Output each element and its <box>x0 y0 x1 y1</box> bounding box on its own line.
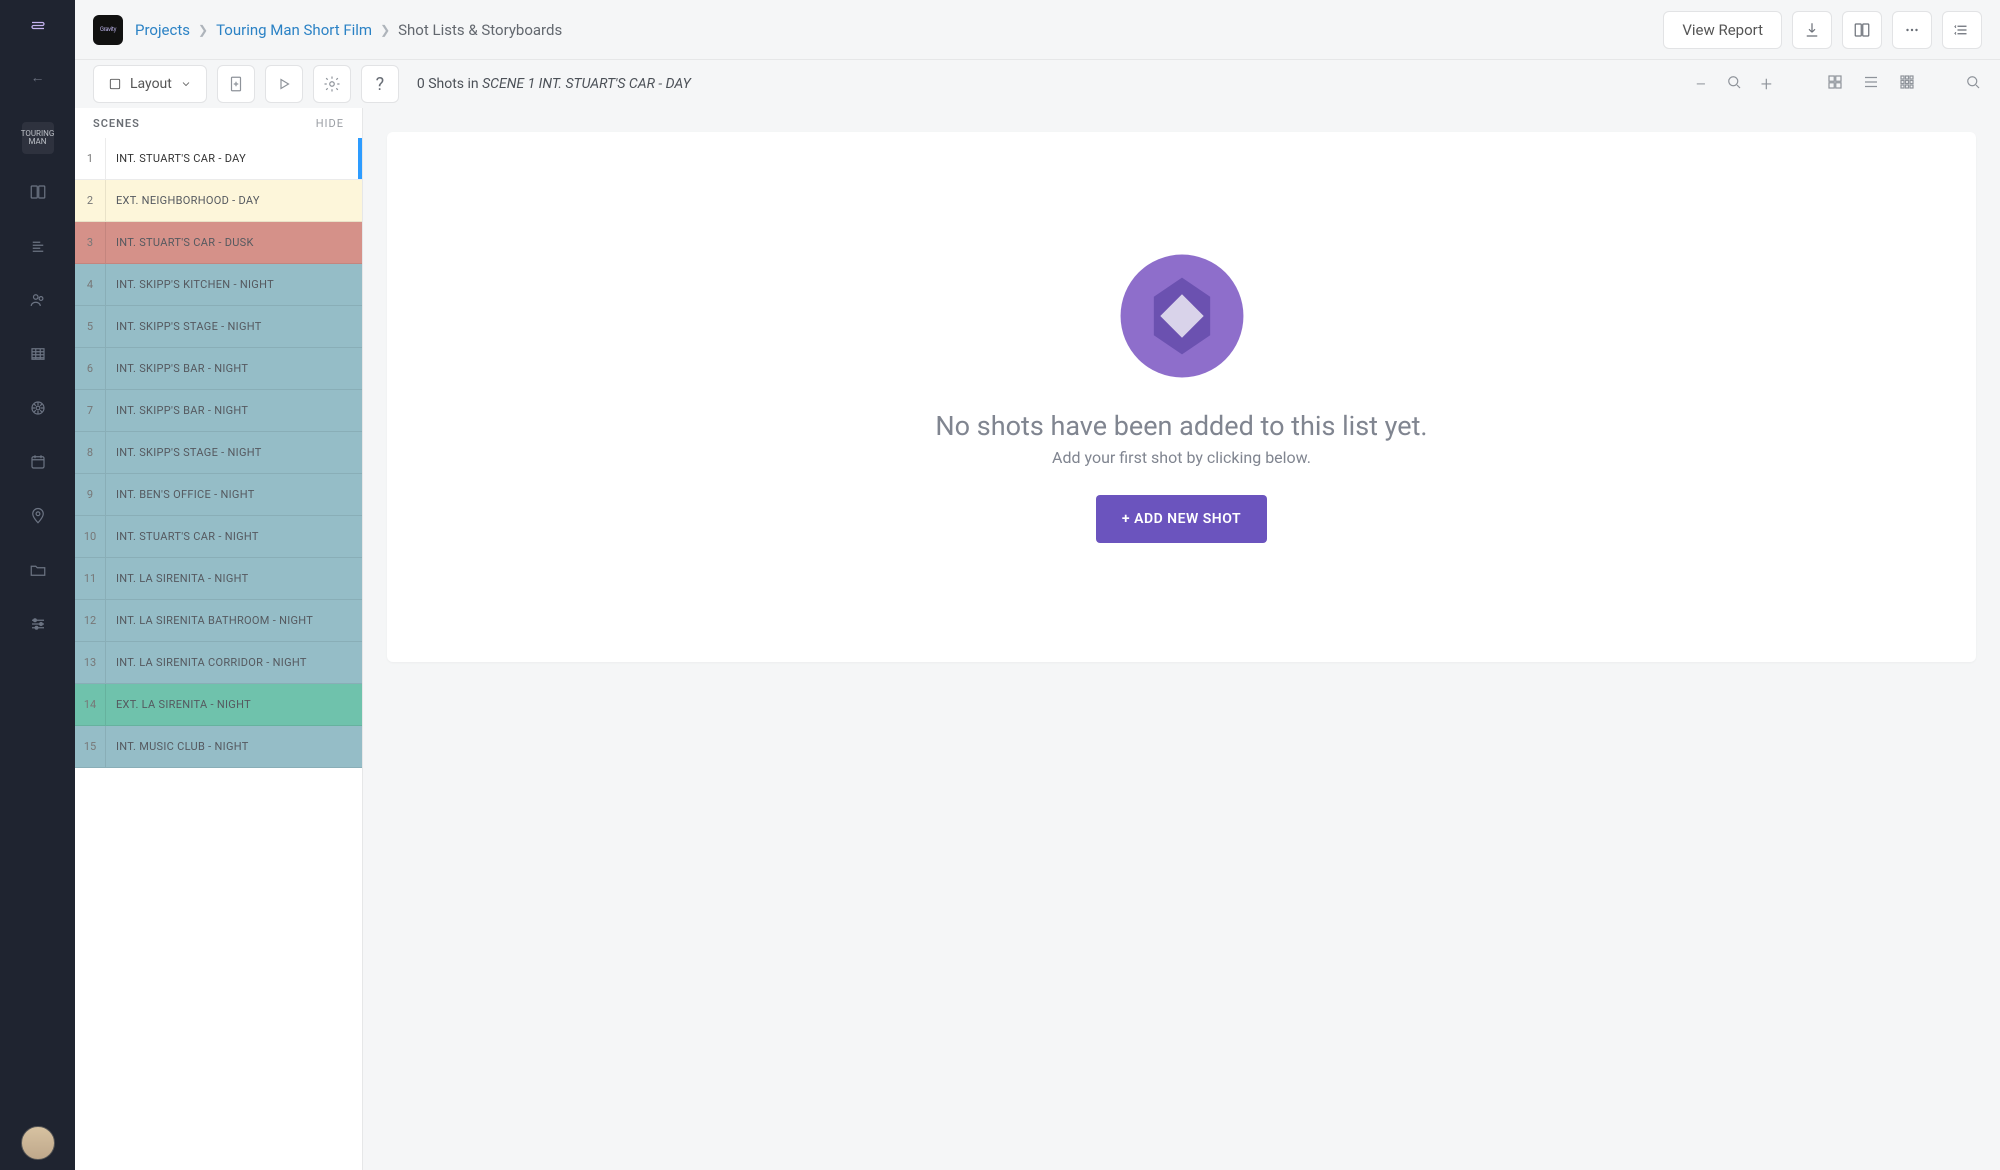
scene-row[interactable]: 13 INT. LA SIRENITA CORRIDOR - NIGHT <box>75 642 362 684</box>
project-chip[interactable]: Gravity <box>93 15 123 45</box>
empty-state-icon <box>1118 252 1246 380</box>
scene-row[interactable]: 11 INT. LA SIRENITA - NIGHT <box>75 558 362 600</box>
rail-breakdown[interactable] <box>22 338 54 370</box>
settings-button[interactable] <box>313 65 351 103</box>
scene-row[interactable]: 9 INT. BEN'S OFFICE - NIGHT <box>75 474 362 516</box>
breadcrumb-projects[interactable]: Projects <box>135 21 190 39</box>
layout-label: Layout <box>130 76 172 92</box>
scene-row[interactable]: 6 INT. SKIPP'S BAR - NIGHT <box>75 348 362 390</box>
scene-name: INT. LA SIRENITA - NIGHT <box>116 572 362 585</box>
rail-project-thumb[interactable]: TOURINGMAN <box>22 122 54 154</box>
empty-shotlist-card: No shots have been added to this list ye… <box>387 132 1976 662</box>
chevron-right-icon: ❯ <box>380 23 390 37</box>
scene-number: 4 <box>75 264 105 305</box>
scene-name: INT. BEN'S OFFICE - NIGHT <box>116 488 362 501</box>
scene-row[interactable]: 4 INT. SKIPP'S KITCHEN - NIGHT <box>75 264 362 306</box>
empty-subtitle: Add your first shot by clicking below. <box>1052 448 1311 467</box>
zoom-search-icon[interactable] <box>1725 73 1743 95</box>
scene-row[interactable]: 3 INT. STUART'S CAR - DUSK <box>75 222 362 264</box>
canvas-search-button[interactable] <box>1964 73 1982 95</box>
chevron-down-icon <box>180 78 192 90</box>
scene-row[interactable]: 12 INT. LA SIRENITA BATHROOM - NIGHT <box>75 600 362 642</box>
canvas-area: No shots have been added to this list ye… <box>363 108 2000 1170</box>
scene-name: INT. STUART'S CAR - DAY <box>116 152 362 165</box>
scene-number: 7 <box>75 390 105 431</box>
view-grid-large-button[interactable] <box>1826 73 1844 95</box>
scene-number: 13 <box>75 642 105 683</box>
scene-name: INT. SKIPP'S STAGE - NIGHT <box>116 446 362 459</box>
scene-number: 3 <box>75 222 105 263</box>
scene-name: INT. STUART'S CAR - DUSK <box>116 236 362 249</box>
add-new-shot-button[interactable]: + ADD NEW SHOT <box>1096 495 1267 543</box>
scene-number: 11 <box>75 558 105 599</box>
rail-settings-sliders[interactable] <box>22 608 54 640</box>
scene-row[interactable]: 2 EXT. NEIGHBORHOOD - DAY <box>75 180 362 222</box>
add-page-button[interactable] <box>217 65 255 103</box>
scene-number: 1 <box>75 138 105 179</box>
scene-number: 2 <box>75 180 105 221</box>
breadcrumb-current: Shot Lists & Storyboards <box>398 21 562 39</box>
view-list-button[interactable] <box>1862 73 1880 95</box>
scene-number: 8 <box>75 432 105 473</box>
scene-row[interactable]: 7 INT. SKIPP'S BAR - NIGHT <box>75 390 362 432</box>
scene-name: EXT. NEIGHBORHOOD - DAY <box>116 194 362 207</box>
app-logo[interactable] <box>21 10 55 44</box>
scene-number: 5 <box>75 306 105 347</box>
reorder-list-button[interactable] <box>1942 11 1982 49</box>
hide-scenes-button[interactable]: HIDE <box>316 117 344 130</box>
rail-cast[interactable] <box>22 284 54 316</box>
layout-dropdown[interactable]: Layout <box>93 65 207 103</box>
zoom-out-button[interactable]: − <box>1695 72 1706 96</box>
rail-files[interactable] <box>22 554 54 586</box>
scene-number: 6 <box>75 348 105 389</box>
play-slideshow-button[interactable] <box>265 65 303 103</box>
rail-locations[interactable] <box>22 500 54 532</box>
scenes-title: SCENES <box>93 117 140 130</box>
chevron-right-icon: ❯ <box>198 23 208 37</box>
breadcrumb-bar: Gravity Projects ❯ Touring Man Short Fil… <box>75 0 2000 60</box>
scene-name: INT. SKIPP'S KITCHEN - NIGHT <box>116 278 362 291</box>
empty-title: No shots have been added to this list ye… <box>935 410 1427 442</box>
shot-count-label: 0 Shots in SCENE 1 INT. STUART'S CAR - D… <box>417 76 691 92</box>
rail-reports-wheel[interactable] <box>22 392 54 424</box>
scene-name: INT. SKIPP'S BAR - NIGHT <box>116 404 362 417</box>
tool-row: Layout ? 0 Shots in SCENE 1 INT. STUART'… <box>75 60 2000 108</box>
scene-name: INT. SKIPP'S STAGE - NIGHT <box>116 320 362 333</box>
zoom-in-button[interactable]: + <box>1761 72 1772 96</box>
scene-name: EXT. LA SIRENITA - NIGHT <box>116 698 362 711</box>
scenes-panel: SCENES HIDE 1 INT. STUART'S CAR - DAY 2 EXT… <box>75 108 363 1170</box>
rail-script[interactable] <box>22 230 54 262</box>
scene-name: INT. STUART'S CAR - NIGHT <box>116 530 362 543</box>
scene-name: INT. LA SIRENITA BATHROOM - NIGHT <box>116 614 362 627</box>
scene-row[interactable]: 14 EXT. LA SIRENITA - NIGHT <box>75 684 362 726</box>
scene-number: 10 <box>75 516 105 557</box>
back-arrow[interactable]: ← <box>31 69 45 86</box>
rail-storyboard[interactable] <box>22 176 54 208</box>
scene-row[interactable]: 10 INT. STUART'S CAR - NIGHT <box>75 516 362 558</box>
global-nav-rail: ← TOURINGMAN <box>0 0 75 1170</box>
download-button[interactable] <box>1792 11 1832 49</box>
scene-row[interactable]: 15 INT. MUSIC CLUB - NIGHT <box>75 726 362 768</box>
scene-name: INT. SKIPP'S BAR - NIGHT <box>116 362 362 375</box>
scene-name: INT. MUSIC CLUB - NIGHT <box>116 740 362 753</box>
scene-name: INT. LA SIRENITA CORRIDOR - NIGHT <box>116 656 362 669</box>
help-button[interactable]: ? <box>361 65 399 103</box>
view-report-button[interactable]: View Report <box>1663 11 1782 49</box>
more-options-button[interactable] <box>1892 11 1932 49</box>
breadcrumb-project-name[interactable]: Touring Man Short Film <box>216 21 372 39</box>
rail-calendar[interactable] <box>22 446 54 478</box>
scene-number: 15 <box>75 726 105 767</box>
scene-row[interactable]: 8 INT. SKIPP'S STAGE - NIGHT <box>75 432 362 474</box>
user-avatar[interactable] <box>21 1126 55 1160</box>
scene-row[interactable]: 1 INT. STUART'S CAR - DAY <box>75 138 362 180</box>
scene-number: 9 <box>75 474 105 515</box>
scene-number: 14 <box>75 684 105 725</box>
present-button[interactable] <box>1842 11 1882 49</box>
view-grid-small-button[interactable] <box>1898 73 1916 95</box>
scene-number: 12 <box>75 600 105 641</box>
scene-row[interactable]: 5 INT. SKIPP'S STAGE - NIGHT <box>75 306 362 348</box>
scene-list: 1 INT. STUART'S CAR - DAY 2 EXT. NEIGHBORHO… <box>75 138 362 1170</box>
